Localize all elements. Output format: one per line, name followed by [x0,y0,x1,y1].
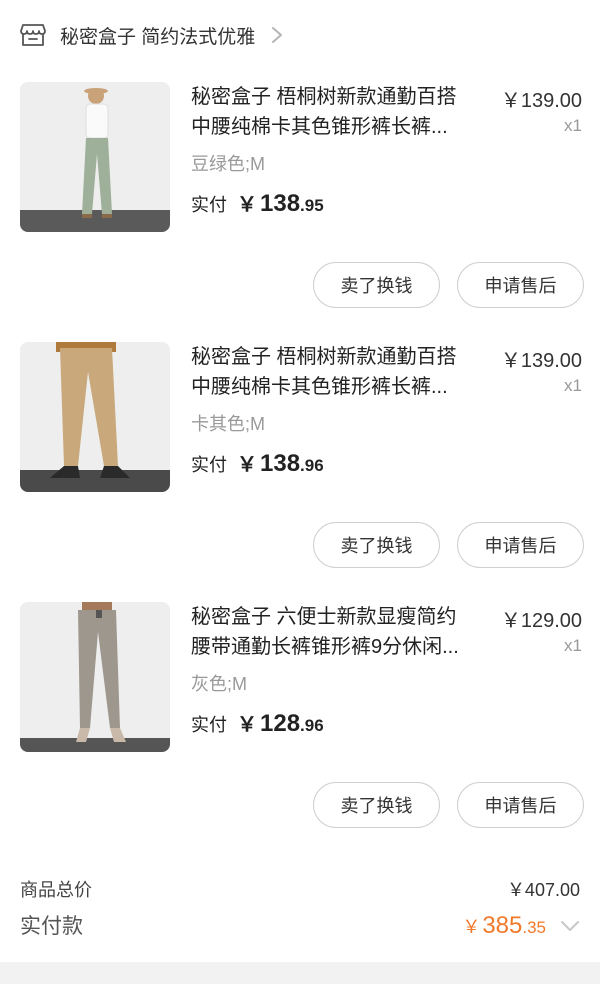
product-price: ￥139.00 [500,350,582,372]
paid-integer: 138 [260,450,301,477]
product-title[interactable]: 秘密盒子 六便士新款显瘦简约 腰带通勤长裤锥形裤9分休闲... [191,602,481,662]
product-quantity: x1 [564,376,582,395]
paid-total-integer: 385 [482,912,523,939]
paid-amount: 实付 ￥ 138 .95 [191,188,324,218]
paid-decimal: .95 [300,196,324,215]
after-sales-button[interactable]: 申请售后 [457,262,584,308]
product-image [20,342,170,492]
chevron-right-icon [272,27,283,43]
order-item[interactable]: 秘密盒子 梧桐树新款通勤百搭 中腰纯棉卡其色锥形裤长裤... ￥139.00 x… [0,342,600,602]
paid-label: 实付 [191,715,227,735]
product-quantity: x1 [564,636,582,655]
paid-currency: ￥ [237,194,257,216]
product-variant: 灰色;M [191,674,247,694]
product-thumbnail[interactable] [20,342,170,492]
product-image [20,602,170,752]
product-price: ￥129.00 [500,610,582,632]
product-title[interactable]: 秘密盒子 梧桐树新款通勤百搭 中腰纯棉卡其色锥形裤长裤... [191,82,481,142]
paid-label: 实付 [191,195,227,215]
total-row: 商品总价 ￥407.00 [20,876,580,902]
order-item[interactable]: 秘密盒子 梧桐树新款通勤百搭 中腰纯棉卡其色锥形裤长裤... ￥139.00 x… [0,82,600,342]
sell-button[interactable]: 卖了换钱 [313,262,440,308]
paid-amount: 实付 ￥ 128 .96 [191,708,324,738]
paid-label: 实付 [191,455,227,475]
total-value: ￥407.00 [506,880,580,900]
shop-header[interactable]: 秘密盒子 简约法式优雅 [0,0,600,70]
shop-name: 秘密盒子 简约法式优雅 [60,26,256,48]
paid-currency: ￥ [237,714,257,736]
product-thumbnail[interactable] [20,82,170,232]
paid-total-decimal: .35 [522,918,546,937]
product-variant: 卡其色;M [191,414,265,434]
product-image [20,82,170,232]
paid-integer: 128 [260,710,301,737]
paid-total-label: 实付款 [20,915,83,938]
sell-button[interactable]: 卖了换钱 [313,782,440,828]
paid-integer: 138 [260,190,301,217]
sell-button[interactable]: 卖了换钱 [313,522,440,568]
order-summary: 商品总价 ￥407.00 实付款 ￥ 385 .35 [0,862,600,962]
product-variant: 豆绿色;M [191,154,265,174]
product-thumbnail[interactable] [20,602,170,752]
store-icon [20,24,46,46]
order-item[interactable]: 秘密盒子 六便士新款显瘦简约 腰带通勤长裤锥形裤9分休闲... ￥129.00 … [0,602,600,862]
paid-currency: ￥ [237,454,257,476]
chevron-down-icon[interactable] [560,920,580,932]
product-quantity: x1 [564,116,582,135]
paid-total-currency: ￥ [462,917,481,937]
product-price: ￥139.00 [500,90,582,112]
product-title[interactable]: 秘密盒子 梧桐树新款通勤百搭 中腰纯棉卡其色锥形裤长裤... [191,342,481,402]
total-label: 商品总价 [20,880,92,900]
paid-decimal: .96 [300,456,324,475]
paid-total-row[interactable]: 实付款 ￥ 385 .35 [20,910,580,940]
after-sales-button[interactable]: 申请售后 [457,782,584,828]
bottom-divider [0,962,600,984]
paid-decimal: .96 [300,716,324,735]
after-sales-button[interactable]: 申请售后 [457,522,584,568]
paid-total-value: ￥ 385 .35 [462,912,546,940]
paid-amount: 实付 ￥ 138 .96 [191,448,324,478]
